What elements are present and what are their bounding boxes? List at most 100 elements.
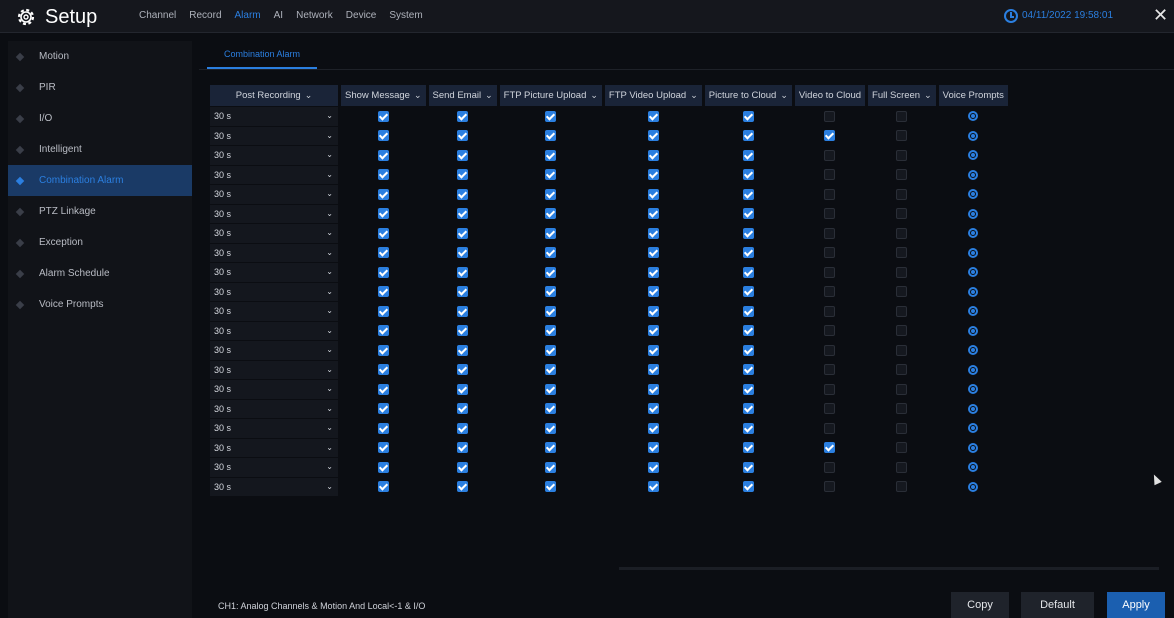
- checkbox-ftp-pic[interactable]: [545, 169, 557, 181]
- checkbox-email[interactable]: [457, 227, 469, 239]
- checkbox-show[interactable]: [377, 149, 389, 161]
- checkbox-show[interactable]: [377, 442, 389, 454]
- post-recording-select[interactable]: 30 s ⌄: [210, 438, 338, 457]
- checkbox-full[interactable]: [896, 481, 908, 493]
- voice-prompt-settings-icon[interactable]: [968, 208, 979, 219]
- voice-prompt-settings-icon[interactable]: [968, 306, 979, 317]
- post-recording-select[interactable]: 30 s ⌄: [210, 458, 338, 477]
- nav-record[interactable]: Record: [189, 10, 221, 21]
- checkbox-show[interactable]: [377, 403, 389, 415]
- checkbox-pic-cloud[interactable]: [742, 169, 754, 181]
- checkbox-show[interactable]: [377, 188, 389, 200]
- checkbox-email[interactable]: [457, 442, 469, 454]
- checkbox-show[interactable]: [377, 266, 389, 278]
- checkbox-pic-cloud[interactable]: [742, 149, 754, 161]
- checkbox-email[interactable]: [457, 169, 469, 181]
- checkbox-vid-cloud[interactable]: [824, 344, 836, 356]
- checkbox-show[interactable]: [377, 286, 389, 298]
- checkbox-email[interactable]: [457, 383, 469, 395]
- voice-prompt-settings-icon[interactable]: [968, 286, 979, 297]
- checkbox-email[interactable]: [457, 110, 469, 122]
- checkbox-ftp-pic[interactable]: [545, 305, 557, 317]
- checkbox-vid-cloud[interactable]: [824, 247, 836, 259]
- checkbox-ftp-vid[interactable]: [647, 247, 659, 259]
- checkbox-full[interactable]: [896, 383, 908, 395]
- checkbox-ftp-pic[interactable]: [545, 481, 557, 493]
- checkbox-full[interactable]: [896, 149, 908, 161]
- checkbox-ftp-pic[interactable]: [545, 383, 557, 395]
- sidebar-item-i-o[interactable]: I/O: [8, 103, 192, 134]
- post-recording-select[interactable]: 30 s ⌄: [210, 419, 338, 438]
- checkbox-full[interactable]: [896, 403, 908, 415]
- checkbox-ftp-vid[interactable]: [647, 188, 659, 200]
- nav-ai[interactable]: AI: [274, 10, 283, 21]
- checkbox-email[interactable]: [457, 364, 469, 376]
- close-icon[interactable]: ✕: [1153, 5, 1168, 26]
- checkbox-ftp-vid[interactable]: [647, 422, 659, 434]
- checkbox-ftp-vid[interactable]: [647, 110, 659, 122]
- checkbox-ftp-vid[interactable]: [647, 286, 659, 298]
- checkbox-ftp-pic[interactable]: [545, 325, 557, 337]
- checkbox-ftp-vid[interactable]: [647, 325, 659, 337]
- checkbox-full[interactable]: [896, 461, 908, 473]
- voice-prompt-settings-icon[interactable]: [968, 150, 979, 161]
- post-recording-select[interactable]: 30 s ⌄: [210, 165, 338, 184]
- checkbox-show[interactable]: [377, 227, 389, 239]
- chevron-down-icon[interactable]: ⌄: [305, 90, 313, 100]
- checkbox-ftp-vid[interactable]: [647, 305, 659, 317]
- checkbox-full[interactable]: [896, 130, 908, 142]
- checkbox-ftp-vid[interactable]: [647, 130, 659, 142]
- checkbox-email[interactable]: [457, 461, 469, 473]
- checkbox-ftp-pic[interactable]: [545, 110, 557, 122]
- checkbox-show[interactable]: [377, 481, 389, 493]
- checkbox-vid-cloud[interactable]: [824, 305, 836, 317]
- checkbox-email[interactable]: [457, 188, 469, 200]
- post-recording-select[interactable]: 30 s ⌄: [210, 341, 338, 360]
- horizontal-scrollbar[interactable]: [619, 567, 1159, 570]
- checkbox-pic-cloud[interactable]: [742, 130, 754, 142]
- checkbox-ftp-pic[interactable]: [545, 130, 557, 142]
- checkbox-email[interactable]: [457, 344, 469, 356]
- checkbox-show[interactable]: [377, 305, 389, 317]
- checkbox-show[interactable]: [377, 461, 389, 473]
- checkbox-pic-cloud[interactable]: [742, 364, 754, 376]
- checkbox-vid-cloud[interactable]: [824, 442, 836, 454]
- nav-system[interactable]: System: [389, 10, 422, 21]
- checkbox-full[interactable]: [896, 188, 908, 200]
- checkbox-vid-cloud[interactable]: [824, 188, 836, 200]
- nav-alarm[interactable]: Alarm: [235, 10, 261, 21]
- checkbox-ftp-pic[interactable]: [545, 188, 557, 200]
- checkbox-show[interactable]: [377, 344, 389, 356]
- checkbox-pic-cloud[interactable]: [742, 110, 754, 122]
- voice-prompt-settings-icon[interactable]: [968, 345, 979, 356]
- checkbox-email[interactable]: [457, 286, 469, 298]
- checkbox-vid-cloud[interactable]: [824, 422, 836, 434]
- checkbox-show[interactable]: [377, 422, 389, 434]
- post-recording-select[interactable]: 30 s ⌄: [210, 360, 338, 379]
- checkbox-pic-cloud[interactable]: [742, 266, 754, 278]
- checkbox-pic-cloud[interactable]: [742, 208, 754, 220]
- checkbox-vid-cloud[interactable]: [824, 364, 836, 376]
- chevron-down-icon[interactable]: ⌄: [924, 90, 932, 100]
- voice-prompt-settings-icon[interactable]: [968, 111, 979, 122]
- chevron-down-icon[interactable]: ⌄: [485, 90, 493, 100]
- checkbox-show[interactable]: [377, 110, 389, 122]
- checkbox-show[interactable]: [377, 247, 389, 259]
- post-recording-select[interactable]: 30 s ⌄: [210, 126, 338, 145]
- checkbox-ftp-vid[interactable]: [647, 403, 659, 415]
- post-recording-select[interactable]: 30 s ⌄: [210, 204, 338, 223]
- checkbox-full[interactable]: [896, 442, 908, 454]
- checkbox-ftp-vid[interactable]: [647, 461, 659, 473]
- checkbox-ftp-pic[interactable]: [545, 149, 557, 161]
- nav-channel[interactable]: Channel: [139, 10, 176, 21]
- checkbox-ftp-pic[interactable]: [545, 422, 557, 434]
- chevron-down-icon[interactable]: ⌄: [414, 90, 422, 100]
- checkbox-ftp-pic[interactable]: [545, 442, 557, 454]
- checkbox-show[interactable]: [377, 383, 389, 395]
- checkbox-full[interactable]: [896, 227, 908, 239]
- post-recording-select[interactable]: 30 s ⌄: [210, 321, 338, 340]
- checkbox-full[interactable]: [896, 286, 908, 298]
- voice-prompt-settings-icon[interactable]: [968, 130, 979, 141]
- checkbox-pic-cloud[interactable]: [742, 481, 754, 493]
- voice-prompt-settings-icon[interactable]: [968, 481, 979, 492]
